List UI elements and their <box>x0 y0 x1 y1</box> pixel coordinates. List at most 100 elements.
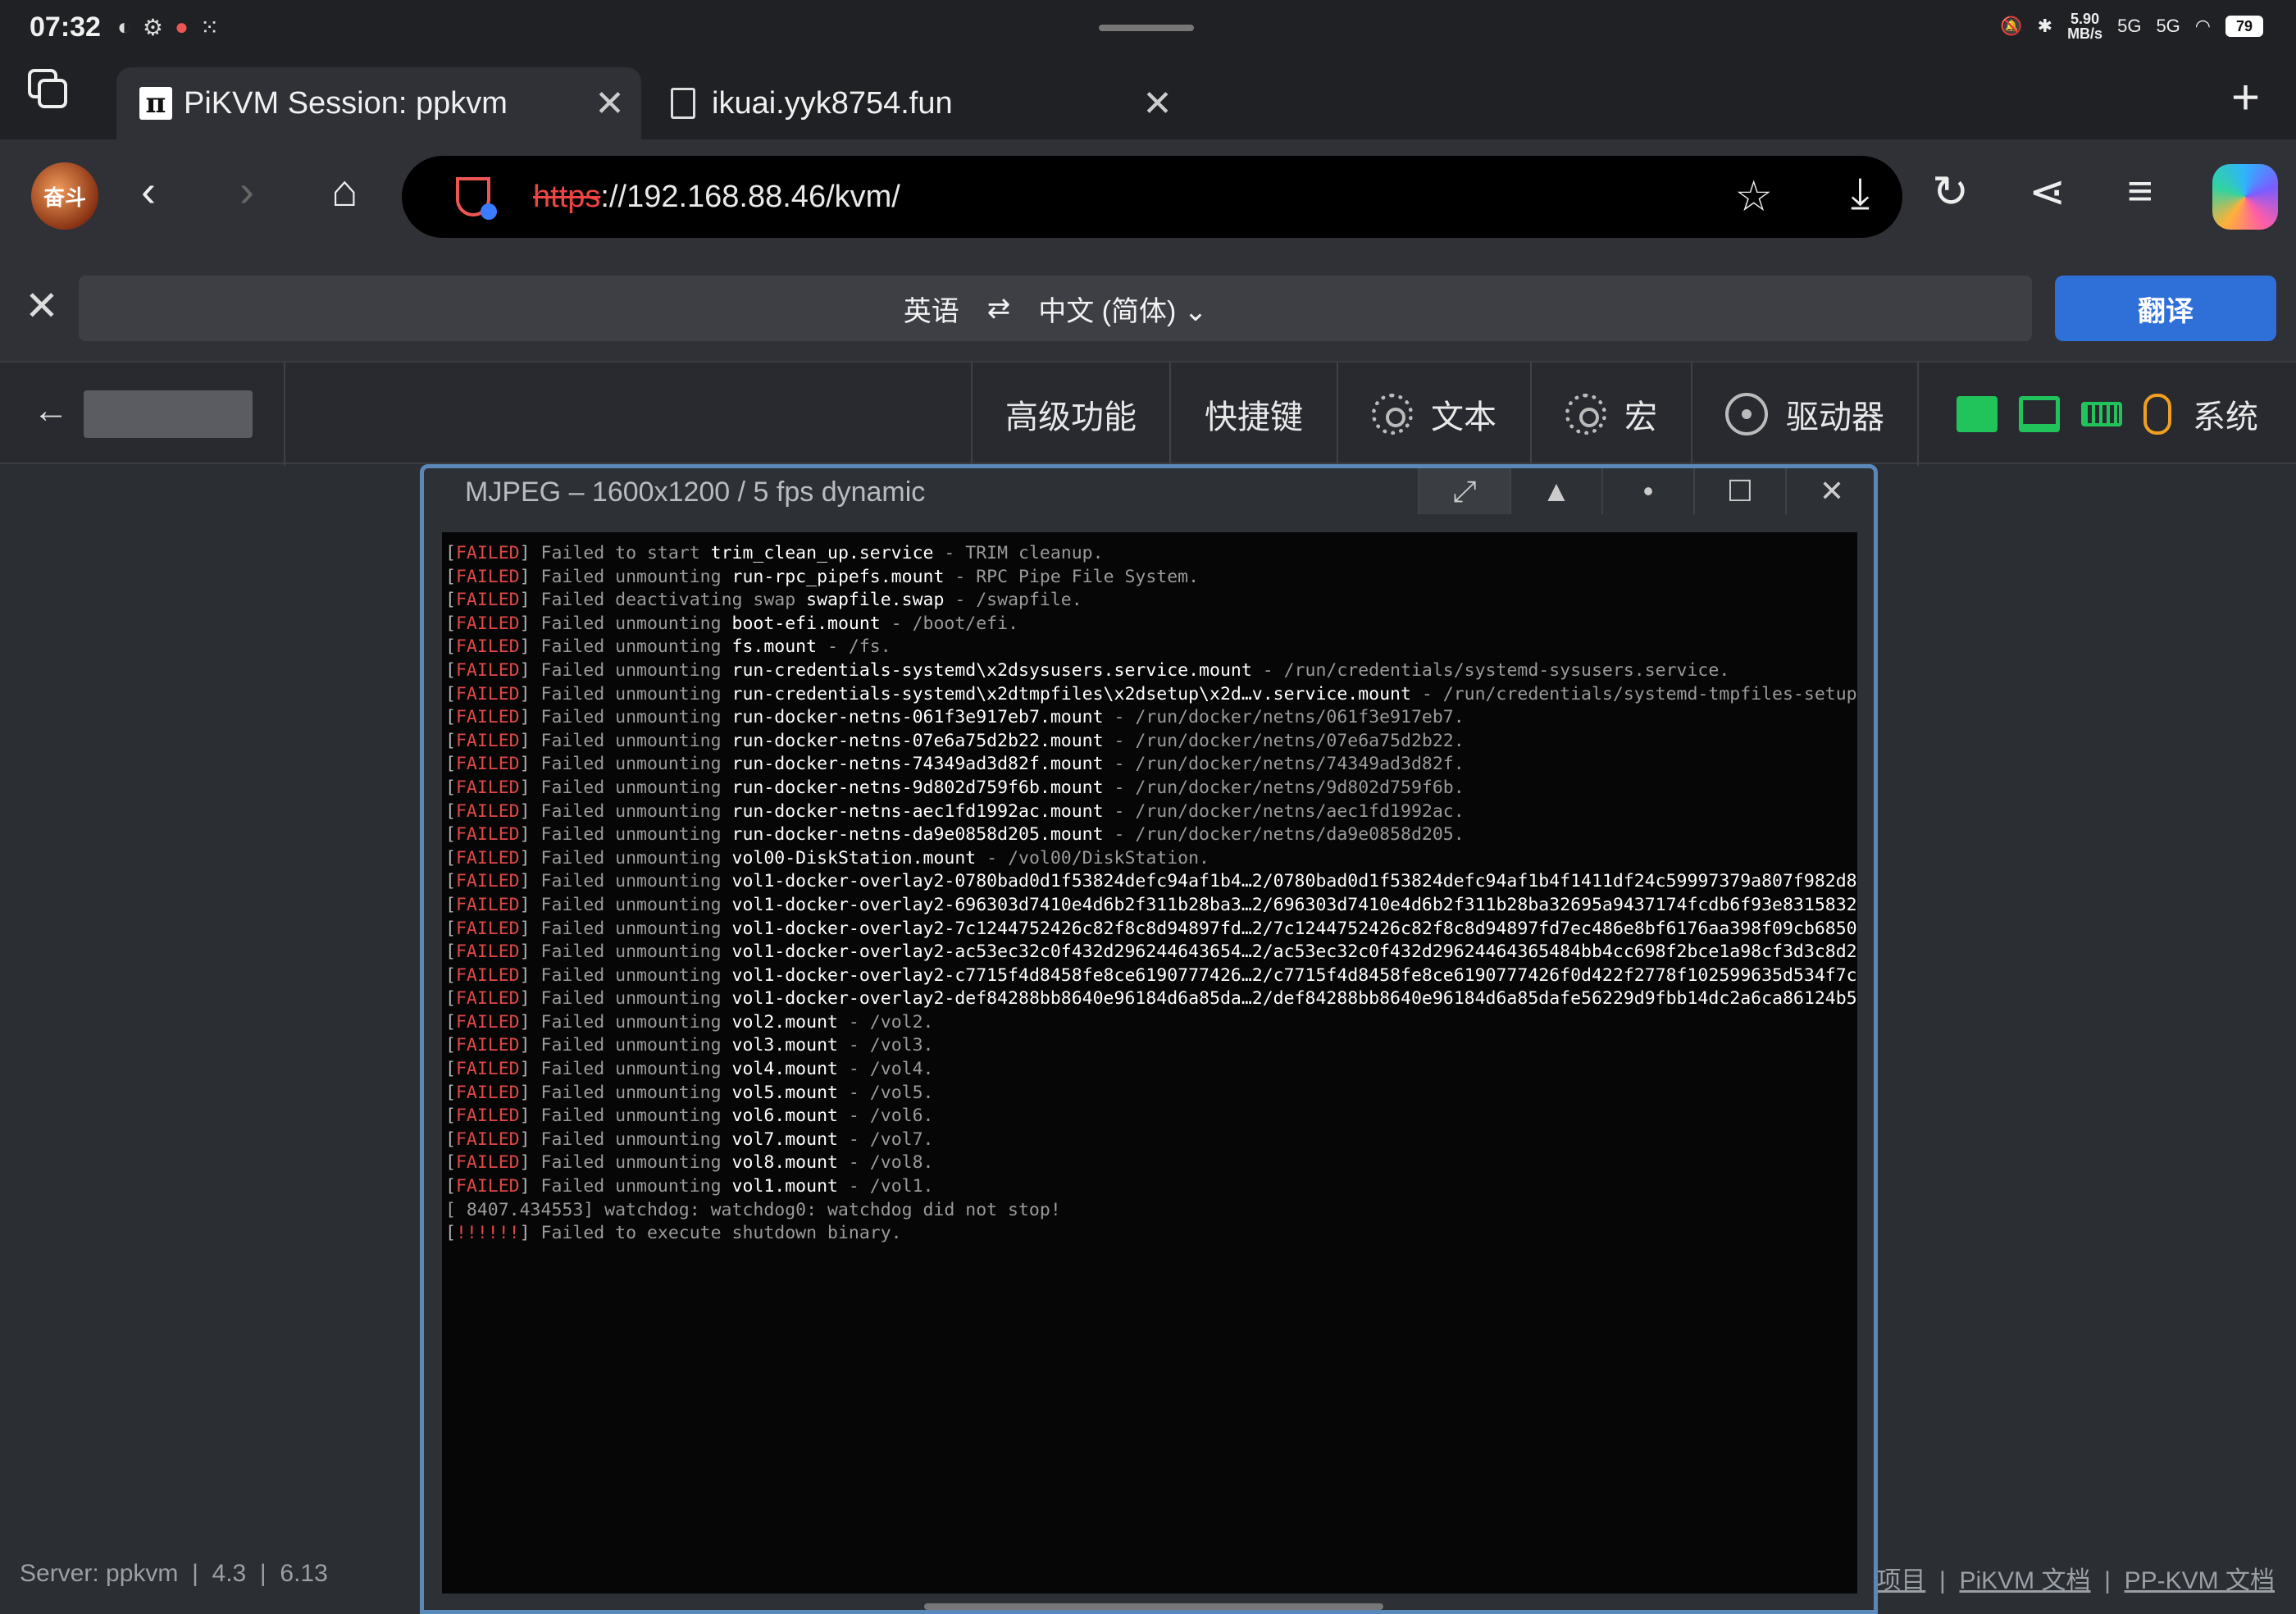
console-message: Failed unmounting <box>540 1106 732 1127</box>
signal-1: 5G <box>2117 16 2142 36</box>
status-failed: FAILED <box>455 918 520 939</box>
bracket: [ <box>445 1128 456 1150</box>
close-window-icon[interactable]: ✕ <box>1785 468 1877 514</box>
status-failed: FAILED <box>455 566 520 587</box>
console-unit: vol2.mount <box>731 1011 838 1033</box>
translate-button[interactable]: 翻译 <box>2055 276 2276 341</box>
copilot-icon[interactable] <box>2212 164 2278 230</box>
bracket: [ <box>445 824 456 846</box>
console-message: Failed unmounting <box>540 918 732 939</box>
close-translate-icon[interactable]: ✕ <box>25 282 59 330</box>
console-line: [FAILED] Failed unmounting run-docker-ne… <box>445 800 1854 824</box>
source-language[interactable]: 英语 <box>904 289 959 329</box>
home-icon[interactable]: ⌂ <box>331 166 358 217</box>
console-message: Failed unmounting <box>540 871 732 892</box>
profile-avatar[interactable]: 奋斗 <box>31 162 98 230</box>
bracket: ] <box>519 1128 541 1150</box>
menu-system[interactable]: 系统 <box>1917 362 2296 466</box>
bracket: ] <box>519 1152 541 1174</box>
bracket: [ <box>445 1059 456 1080</box>
console-line: [FAILED] Failed unmounting vol1-docker-o… <box>445 870 1857 894</box>
menu-text[interactable]: 文本 <box>1337 362 1530 466</box>
gear-icon <box>1372 394 1413 435</box>
share-icon[interactable]: ⋖ <box>2029 166 2066 217</box>
menu-macro[interactable]: 宏 <box>1530 362 1691 466</box>
bracket: [ <box>445 1106 456 1127</box>
menu-advanced[interactable]: 高级功能 <box>971 362 1169 466</box>
download-icon[interactable]: ⤓ <box>1851 169 1870 219</box>
console-description: - /vol5. <box>837 1082 934 1103</box>
menu-drive[interactable]: 驱动器 <box>1691 362 1917 466</box>
maximize-icon[interactable]: ☐ <box>1693 468 1785 514</box>
drag-handle[interactable] <box>1099 25 1194 31</box>
tab-pikvm-session[interactable]: π PiKVM Session: ppkvm ✕ <box>116 67 641 139</box>
console-message: Failed unmounting <box>540 964 732 986</box>
version-kernel: 6.13 <box>280 1560 328 1587</box>
console-description: - /vol6. <box>837 1106 934 1127</box>
resize-icon[interactable]: ⤢ <box>1418 468 1510 514</box>
console-line: [FAILED] Failed unmounting run-docker-ne… <box>445 730 1854 754</box>
bracket: [ <box>445 543 456 563</box>
console-message: Failed unmounting <box>540 613 732 634</box>
console-message: Failed unmounting <box>540 659 732 681</box>
status-failed: FAILED <box>455 730 520 751</box>
language-selector[interactable]: 英语 ⇄ 中文 (简体) ⌄ <box>79 276 2032 341</box>
bracket: ] <box>519 964 541 986</box>
bracket: [ <box>445 847 456 869</box>
target-language[interactable]: 中文 (简体) ⌄ <box>1038 289 1207 329</box>
bracket: [ <box>445 730 456 751</box>
back-icon[interactable]: ‹ <box>141 166 156 217</box>
console-message: Failed unmounting <box>540 707 732 728</box>
tab-switcher-icon[interactable] <box>28 69 71 112</box>
bracket: [ <box>445 964 456 986</box>
remote-screen[interactable]: [FAILED] Failed to start trim_clean_up.s… <box>442 532 1857 1593</box>
stream-titlebar[interactable]: MJPEG – 1600x1200 / 5 fps dynamic ⤢ ▲ • … <box>424 468 1874 514</box>
bluetooth-icon: ✱ <box>2037 16 2053 36</box>
reload-icon[interactable]: ↻ <box>1932 166 1969 217</box>
menu-shortcuts[interactable]: 快捷键 <box>1169 362 1337 466</box>
tab-ikuai[interactable]: ikuai.yyk8754.fun ✕ <box>648 67 1189 139</box>
menu-label: 高级功能 <box>1005 399 1137 435</box>
new-tab-icon[interactable]: + <box>2231 69 2260 125</box>
horizontal-scrollbar[interactable] <box>924 1603 1383 1610</box>
close-tab-icon[interactable]: ✕ <box>1142 83 1173 125</box>
console-unit: vol1-docker-overlay2-0780bad0d1f53824def… <box>731 871 1857 892</box>
chevron-down-icon: ⌄ <box>1183 295 1208 327</box>
dot-icon[interactable]: • <box>1601 468 1693 514</box>
translate-bar: ✕ 英语 ⇄ 中文 (简体) ⌄ 翻译 <box>0 254 2296 361</box>
forward-icon[interactable]: › <box>239 166 254 217</box>
bracket: [ <box>445 754 456 775</box>
insecure-shield-icon[interactable] <box>456 177 497 220</box>
console-unit: run-docker-netns-061f3e917eb7.mount <box>731 707 1104 728</box>
console-message: Failed unmounting <box>540 894 732 915</box>
close-tab-icon[interactable]: ✕ <box>594 83 625 125</box>
console-line: [FAILED] Failed unmounting vol1.mount - … <box>445 1175 1854 1199</box>
target-language-label: 中文 (简体) <box>1038 295 1177 327</box>
bracket: ] <box>519 543 541 563</box>
status-failed: FAILED <box>455 777 520 798</box>
console-message: Failed unmounting <box>540 824 732 846</box>
back-arrow-icon[interactable]: ← <box>33 390 69 431</box>
address-bar[interactable]: https ://192.168.88.46/kvm/ ☆ ⤓ <box>402 156 1902 238</box>
hidden-host-name <box>84 390 253 438</box>
bracket: [ <box>445 566 456 587</box>
swap-languages-icon[interactable]: ⇄ <box>987 292 1011 325</box>
bracket: [ <box>445 590 456 611</box>
console-unit: vol1-docker-overlay2-7c1244752426c82f8c8… <box>731 918 1857 939</box>
console-line: [FAILED] Failed unmounting run-docker-ne… <box>445 777 1854 800</box>
menu-icon[interactable]: ≡ <box>2127 166 2153 217</box>
signal-2: 5G <box>2156 16 2180 36</box>
separator: | <box>2104 1567 2111 1594</box>
status-failed: FAILED <box>455 1011 520 1033</box>
wifi-icon: ◠ <box>2194 16 2211 36</box>
status-failed: FAILED <box>455 613 520 634</box>
console-unit: vol00-DiskStation.mount <box>731 847 977 869</box>
eject-icon[interactable]: ▲ <box>1510 468 1601 514</box>
console-unit: vol1-docker-overlay2-ac53ec32c0f432d2962… <box>731 942 1857 963</box>
bookmark-star-icon[interactable]: ☆ <box>1734 172 1773 221</box>
navigation-bar: 奋斗 ‹ › ⌂ https ://192.168.88.46/kvm/ ☆ ⤓… <box>0 139 2296 254</box>
robot-icon: ⚙ <box>142 14 163 40</box>
console-line: [FAILED] Failed unmounting run-docker-ne… <box>445 753 1854 777</box>
ppkvm-docs-link[interactable]: PP-KVM 文档 <box>2125 1567 2275 1594</box>
pikvm-docs-link[interactable]: PiKVM 文档 <box>1959 1567 2090 1594</box>
